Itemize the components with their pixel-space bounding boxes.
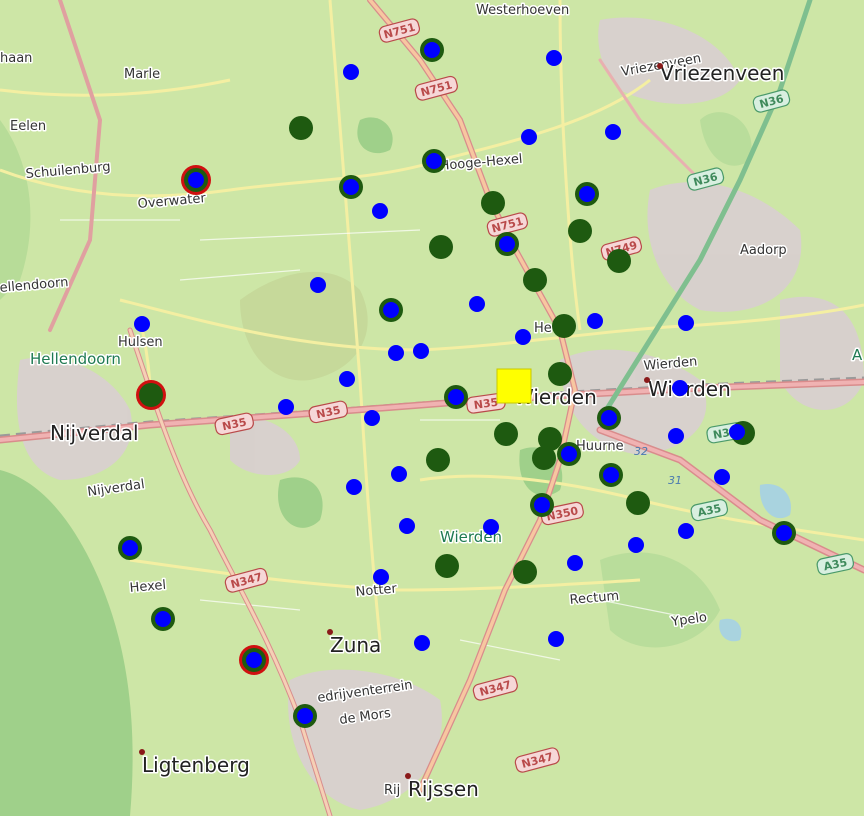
blue-marker[interactable]	[561, 446, 577, 462]
place-label: Hulsen	[118, 335, 163, 350]
blue-marker[interactable]	[603, 467, 619, 483]
road-number: 32	[634, 445, 648, 458]
blue-marker[interactable]	[343, 179, 359, 195]
place-label: He	[534, 321, 552, 336]
place-label: A	[852, 346, 863, 364]
green-marker[interactable]	[568, 219, 592, 243]
green-marker[interactable]	[548, 362, 572, 386]
blue-marker[interactable]	[546, 50, 562, 66]
blue-marker[interactable]	[388, 345, 404, 361]
green-marker[interactable]	[607, 249, 631, 273]
blue-marker[interactable]	[339, 371, 355, 387]
town-label: Ligtenberg	[142, 753, 250, 777]
place-label: Huurne	[576, 439, 624, 454]
green-marker[interactable]	[494, 422, 518, 446]
blue-marker[interactable]	[155, 611, 171, 627]
green-marker[interactable]	[426, 448, 450, 472]
blue-marker[interactable]	[534, 497, 550, 513]
blue-marker[interactable]	[601, 410, 617, 426]
blue-marker[interactable]	[426, 153, 442, 169]
green-marker[interactable]	[435, 554, 459, 578]
green-marker[interactable]	[552, 314, 576, 338]
blue-marker[interactable]	[364, 410, 380, 426]
place-label: Westerhoeven	[476, 3, 569, 18]
blue-marker[interactable]	[678, 315, 694, 331]
blue-marker[interactable]	[310, 277, 326, 293]
blue-marker[interactable]	[122, 540, 138, 556]
green-marker[interactable]	[289, 116, 313, 140]
blue-marker[interactable]	[587, 313, 603, 329]
green-marker[interactable]	[139, 383, 163, 407]
blue-marker[interactable]	[605, 124, 621, 140]
town-label: Nijverdal	[50, 421, 139, 445]
blue-marker[interactable]	[628, 537, 644, 553]
blue-marker[interactable]	[668, 428, 684, 444]
blue-marker[interactable]	[399, 518, 415, 534]
blue-marker[interactable]	[372, 203, 388, 219]
town-label: Vriezenveen	[660, 61, 784, 85]
blue-marker[interactable]	[776, 525, 792, 541]
place-label: haan	[0, 51, 32, 66]
blue-marker[interactable]	[373, 569, 389, 585]
green-marker[interactable]	[523, 268, 547, 292]
blue-marker[interactable]	[548, 631, 564, 647]
town-label: Wierden	[648, 377, 731, 401]
blue-marker[interactable]	[678, 523, 694, 539]
town-label: Zuna	[330, 633, 381, 657]
town-label: Rijssen	[408, 777, 479, 801]
selected-marker[interactable]	[496, 368, 532, 404]
blue-marker[interactable]	[246, 652, 262, 668]
place-label: Hexel	[129, 578, 167, 596]
place-label: Rij	[384, 783, 400, 798]
blue-marker[interactable]	[729, 424, 745, 440]
blue-marker[interactable]	[672, 380, 688, 396]
blue-marker[interactable]	[714, 469, 730, 485]
blue-marker[interactable]	[413, 343, 429, 359]
blue-marker[interactable]	[297, 708, 313, 724]
place-label: Marle	[124, 67, 160, 82]
blue-marker[interactable]	[134, 316, 150, 332]
green-marker[interactable]	[513, 560, 537, 584]
blue-marker[interactable]	[278, 399, 294, 415]
blue-marker[interactable]	[579, 186, 595, 202]
blue-marker[interactable]	[383, 302, 399, 318]
green-marker[interactable]	[532, 446, 556, 470]
blue-marker[interactable]	[343, 64, 359, 80]
map-canvas[interactable]: N751 N751 N751 N36 N36 N749 N35 N35 N35 …	[0, 0, 864, 816]
road-number: 31	[668, 474, 682, 487]
blue-marker[interactable]	[188, 172, 204, 188]
blue-marker[interactable]	[424, 42, 440, 58]
place-label: Eelen	[10, 119, 46, 134]
blue-marker[interactable]	[515, 329, 531, 345]
blue-marker[interactable]	[521, 129, 537, 145]
blue-marker[interactable]	[483, 519, 499, 535]
blue-marker[interactable]	[414, 635, 430, 651]
place-label: Hellendoorn	[30, 350, 121, 368]
green-marker[interactable]	[626, 491, 650, 515]
blue-marker[interactable]	[448, 389, 464, 405]
blue-marker[interactable]	[499, 236, 515, 252]
blue-marker[interactable]	[391, 466, 407, 482]
blue-marker[interactable]	[346, 479, 362, 495]
green-marker[interactable]	[429, 235, 453, 259]
blue-marker[interactable]	[567, 555, 583, 571]
blue-marker[interactable]	[469, 296, 485, 312]
green-marker[interactable]	[481, 191, 505, 215]
place-label: Aadorp	[740, 243, 787, 258]
